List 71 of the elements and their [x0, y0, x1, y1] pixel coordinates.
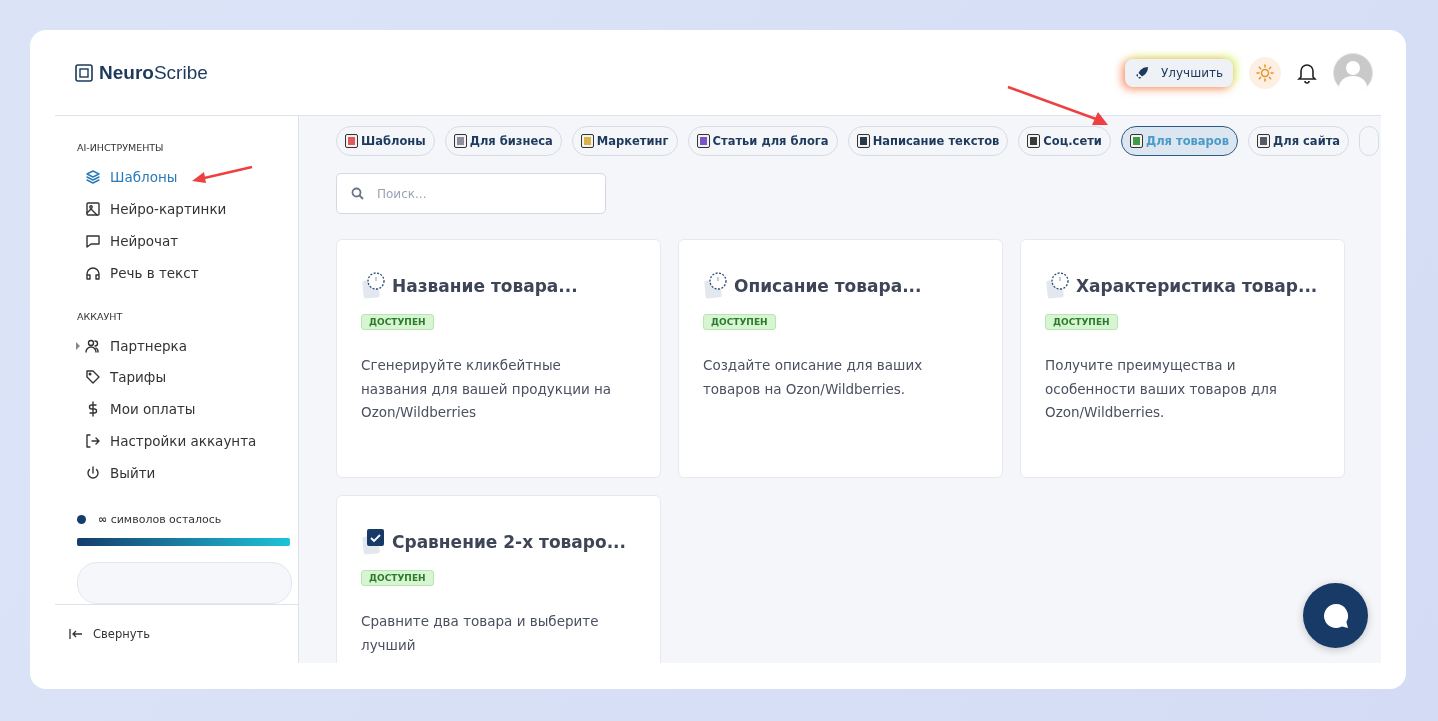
clock-note-icon	[361, 272, 387, 300]
template-card[interactable]: Сравнение 2-х товаро... ДОСТУПЕН Сравните два товара и выберите лучший	[336, 495, 661, 663]
users-icon	[85, 337, 101, 354]
category-chip[interactable]: Для бизнеса	[444, 126, 562, 156]
chat-bubble-icon	[1321, 601, 1350, 630]
category-icon	[580, 134, 594, 148]
status-badge: ДОСТУПЕН	[361, 570, 434, 586]
caret-icon[interactable]	[75, 341, 81, 350]
card-title: Название товара...	[392, 276, 578, 296]
logo-icon	[75, 63, 93, 82]
section-heading: AI-ИНСТРУМЕНТЫ	[77, 142, 165, 153]
sidebar-item[interactable]: Выйти	[77, 457, 298, 490]
chat-button[interactable]	[1303, 583, 1368, 648]
sidebar-item[interactable]: Речь в текст	[77, 256, 298, 289]
image-icon	[85, 200, 101, 217]
collapse-button[interactable]: Свернуть	[55, 604, 298, 663]
layers-icon	[85, 168, 101, 185]
sun-icon	[1256, 63, 1274, 82]
power-icon	[85, 465, 101, 482]
search-field[interactable]: Поиск...	[336, 173, 606, 214]
sidebar-item[interactable]: Мои оплаты	[77, 393, 298, 426]
annotation-arrow	[190, 165, 254, 185]
category-icon	[345, 134, 358, 148]
sidebar-item[interactable]: Нейрочат	[77, 224, 298, 257]
card-description: Сгенерируйте кликбейтные названия для вашей продукции на Ozon/Wildberries	[361, 356, 613, 422]
card-title: Сравнение 2-х товаро...	[392, 532, 626, 552]
category-chip[interactable]: Написание текстов	[847, 126, 1009, 156]
tag-icon	[85, 369, 101, 386]
category-icon	[1027, 134, 1041, 148]
collapse-arrow-icon	[69, 629, 83, 639]
theme-toggle-button[interactable]	[1249, 56, 1281, 89]
template-card[interactable]: Описание товара... ДОСТУПЕН Создайте описание для ваших товаров на Ozon/Wildberries.	[678, 239, 1003, 478]
category-icon	[453, 134, 467, 148]
card-description: Сравните два товара и выберите лучший	[361, 612, 600, 655]
logo-text: NeuroScribe	[99, 61, 208, 84]
status-badge: ДОСТУПЕН	[703, 314, 776, 330]
exit-icon	[85, 433, 101, 450]
sidebar-item[interactable]: Партнерка	[77, 329, 298, 362]
clock-note-icon	[1045, 272, 1071, 300]
sidebar-item[interactable]: Шаблоны	[77, 161, 298, 193]
card-title: Описание товара...	[734, 276, 922, 296]
upgrade-button[interactable]: Улучшить	[1125, 58, 1233, 87]
notification-bell-icon[interactable]	[1297, 61, 1317, 84]
card-title: Характеристика товар...	[1076, 276, 1318, 296]
checkbox-icon	[361, 528, 387, 556]
sidebar-item[interactable]: Настройки аккаунта	[77, 425, 298, 458]
category-chip[interactable]: Шаблоны	[336, 126, 435, 156]
clock-note-icon	[703, 272, 729, 300]
symbols-remaining-text: ∞ символов осталось	[98, 513, 222, 527]
status-badge: ДОСТУПЕН	[361, 314, 434, 330]
chat-icon	[85, 232, 101, 249]
template-card[interactable]: Характеристика товар... ДОСТУПЕН Получите преимущества и особенности ваших товаров для Ozon/Wildberries.	[1020, 239, 1345, 478]
card-description: Получите преимущества и особенности ваших товаров для Ozon/Wildberries.	[1045, 356, 1278, 422]
status-dot-icon	[77, 515, 86, 525]
headphones-icon	[85, 264, 101, 281]
category-icon	[696, 134, 710, 148]
search-icon	[351, 187, 364, 200]
category-chip[interactable]: Статьи для блога	[687, 126, 838, 156]
card-description: Создайте описание для ваших товаров на Ozon/Wildberries.	[703, 356, 924, 399]
rocket-icon	[1135, 65, 1149, 80]
category-icon	[1129, 134, 1143, 148]
category-chip[interactable]: Маркетинг	[571, 126, 678, 156]
status-badge: ДОСТУПЕН	[1045, 314, 1118, 330]
sidebar-item[interactable]: Нейро-картинки	[77, 192, 298, 225]
category-chip[interactable]: Для сайта	[1248, 126, 1350, 156]
sidebar-item[interactable]: Тарифы	[77, 361, 298, 394]
category-chip[interactable]: Соц.сети	[1018, 126, 1111, 156]
category-icon	[1257, 134, 1270, 148]
section-heading: АККАУНТ	[77, 310, 124, 322]
template-card[interactable]: Название товара... ДОСТУПЕН Сгенерируйте кликбейтные названия для вашей продукции на Ozon/Wildberries	[336, 239, 661, 478]
category-icon	[856, 134, 870, 148]
